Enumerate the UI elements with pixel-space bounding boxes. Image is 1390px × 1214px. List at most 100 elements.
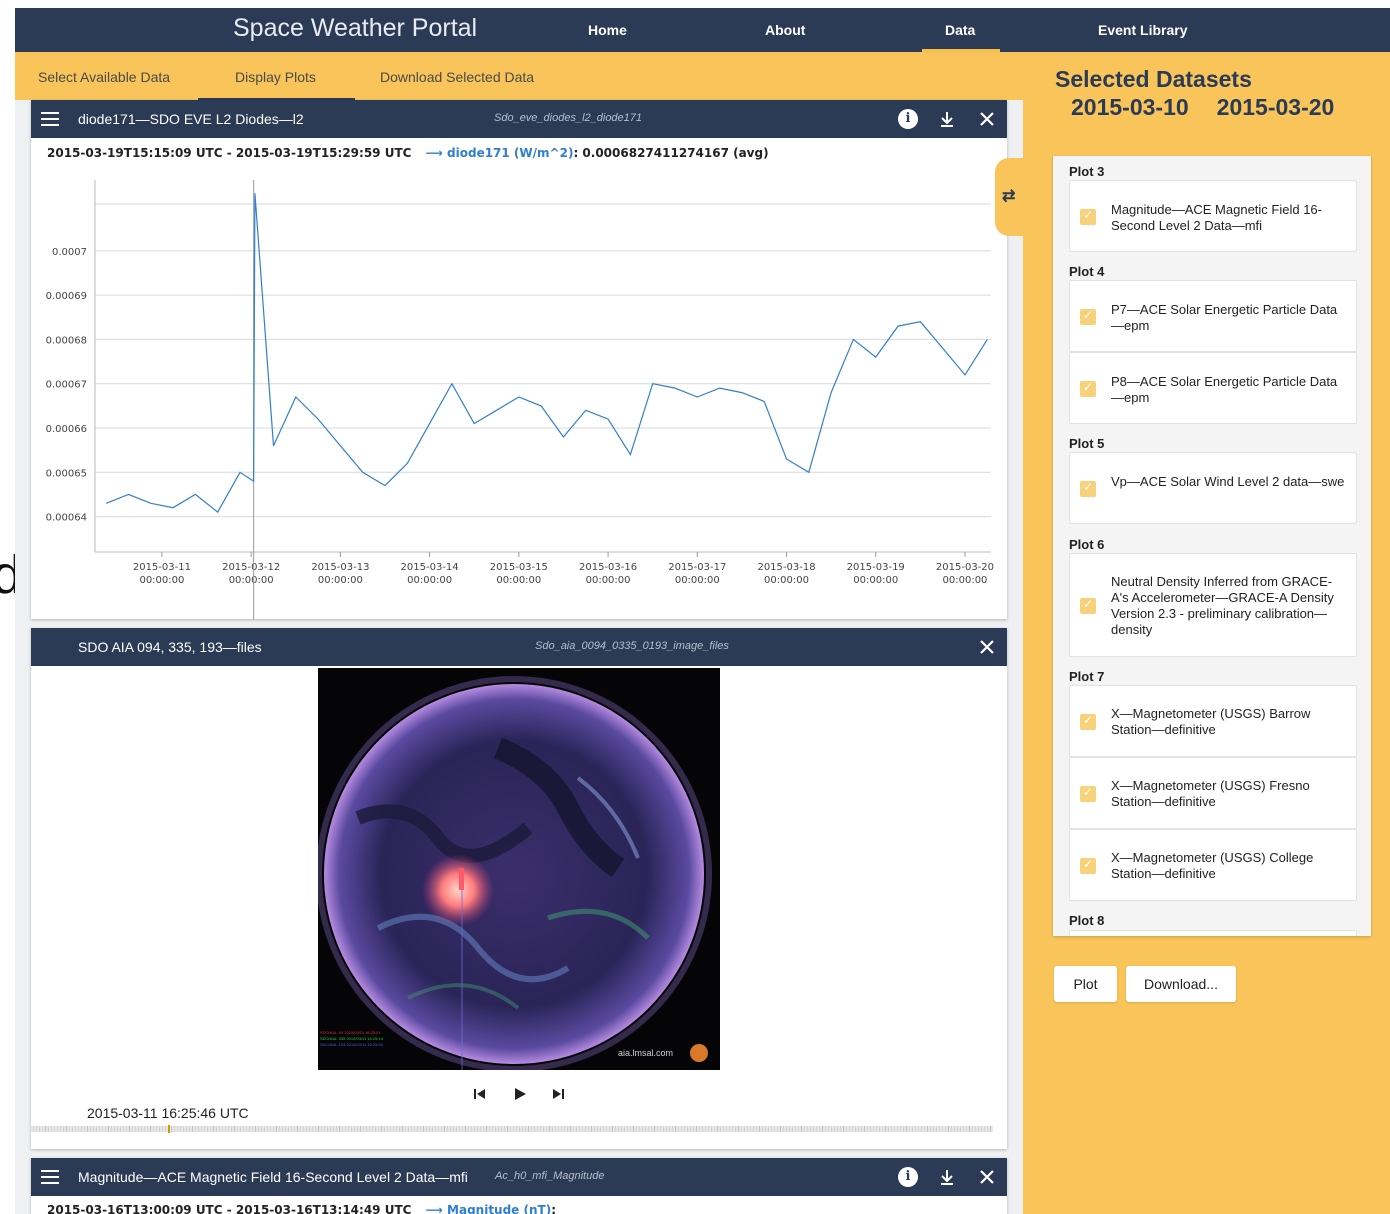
frame-tick (405, 1126, 406, 1132)
frame-tick (369, 1126, 370, 1132)
frame-tick (609, 1126, 610, 1132)
close-icon[interactable] (977, 109, 997, 129)
download-icon[interactable] (937, 1167, 957, 1187)
frame-tick (420, 1126, 421, 1132)
dataset-item[interactable]: Vp—ACE Solar Wind Level 2 data—swe (1069, 452, 1357, 524)
brand-title[interactable]: Space Weather Portal (233, 14, 477, 43)
frame-tick (153, 1126, 154, 1132)
dataset-checkbox[interactable] (1080, 785, 1096, 802)
frame-tick (621, 1126, 622, 1132)
frame-tick (774, 1126, 775, 1132)
dataset-item[interactable]: Magnitude—ACE Magnetic Field 16-Second L… (1069, 180, 1357, 252)
frame-tick (927, 1126, 928, 1132)
dataset-label: X—Magnetometer (USGS) Fresno Station—def… (1111, 778, 1310, 809)
close-icon[interactable] (977, 1167, 997, 1187)
frame-tick (432, 1126, 433, 1132)
frame-tick (891, 1126, 892, 1132)
top-nav: Space Weather Portal Home About Data Eve… (15, 8, 1390, 52)
current-frame-marker[interactable] (168, 1125, 170, 1133)
frame-tick (768, 1126, 769, 1132)
frame-tick (528, 1126, 529, 1132)
magnitude-plot-panel: Magnitude—ACE Magnetic Field 16-Second L… (31, 1158, 1007, 1214)
frame-tick (849, 1126, 850, 1132)
dataset-item[interactable] (1069, 930, 1357, 936)
frame-tick (63, 1126, 64, 1132)
dataset-checkbox[interactable] (1080, 480, 1096, 497)
frame-tick (882, 1126, 883, 1132)
tab-select-available-data[interactable]: Select Available Data (38, 69, 170, 85)
play-icon[interactable] (512, 1086, 528, 1106)
nav-about[interactable]: About (765, 22, 805, 38)
frame-tick (192, 1126, 193, 1132)
frame-tick (987, 1126, 988, 1132)
frame-tick (84, 1126, 85, 1132)
info-icon[interactable]: i (898, 1167, 918, 1187)
frame-tick (78, 1126, 79, 1132)
frame-tick (147, 1126, 148, 1132)
frame-tick (717, 1126, 718, 1132)
plot-button[interactable]: Plot (1054, 966, 1117, 1002)
download-button[interactable]: Download... (1126, 966, 1236, 1002)
frame-tick (45, 1126, 46, 1132)
dataset-checkbox[interactable] (1080, 380, 1096, 397)
tab-download-selected-data[interactable]: Download Selected Data (380, 69, 534, 85)
frame-tick (399, 1126, 400, 1132)
sidebar-toggle[interactable]: ⇄ (995, 158, 1025, 236)
skip-forward-icon[interactable] (550, 1086, 566, 1106)
frame-tick (564, 1126, 565, 1132)
dataset-checkbox[interactable] (1080, 208, 1096, 225)
dataset-item[interactable]: X—Magnetometer (USGS) Fresno Station—def… (1069, 757, 1357, 829)
dataset-item[interactable]: P8—ACE Solar Energetic Particle Data—epm (1069, 352, 1357, 424)
dataset-checkbox[interactable] (1080, 713, 1096, 730)
nav-home[interactable]: Home (588, 22, 627, 38)
download-icon[interactable] (937, 109, 957, 129)
frame-tick (585, 1126, 586, 1132)
x-tick-label: 00:00:00 (853, 575, 898, 586)
menu-icon[interactable] (41, 112, 59, 126)
dataset-item[interactable]: X—Magnetometer (USGS) College Station—de… (1069, 829, 1357, 901)
frame-tick (108, 1126, 109, 1132)
aia-image-panel: SDO AIA 094, 335, 193—files Sdo_aia_0094… (31, 628, 1007, 1149)
skip-back-icon[interactable] (472, 1086, 488, 1106)
diode-line-chart[interactable]: 0.00064 0.00065 0.00066 0.00067 0.00068 0.000… (31, 140, 1007, 620)
frame-tick (597, 1126, 598, 1132)
frame-tick (831, 1126, 832, 1132)
menu-icon[interactable] (41, 1170, 59, 1184)
frame-tick (744, 1126, 745, 1132)
info-icon[interactable]: i (898, 109, 918, 129)
nav-event-library[interactable]: Event Library (1098, 22, 1187, 38)
frame-tick (786, 1126, 787, 1132)
dataset-item[interactable]: Neutral Density Inferred from GRACE-A's … (1069, 553, 1357, 657)
frame-tick (657, 1126, 658, 1132)
frame-tick (507, 1126, 508, 1132)
x-tick-label: 00:00:00 (318, 575, 363, 586)
dataset-list[interactable]: Plot 3 Magnitude—ACE Magnetic Field 16-S… (1053, 156, 1371, 936)
dataset-item[interactable]: X—Magnetometer (USGS) Barrow Station—def… (1069, 685, 1357, 757)
nav-data[interactable]: Data (945, 22, 975, 38)
frame-tick (855, 1126, 856, 1132)
frame-tick (453, 1126, 454, 1132)
frame-tick (138, 1126, 139, 1132)
x-tick-label: 2015-03-13 (311, 562, 369, 573)
frame-tick (441, 1126, 442, 1132)
dataset-label: Neutral Density Inferred from GRACE-A's … (1111, 574, 1334, 637)
frame-tick (867, 1126, 868, 1132)
dataset-checkbox[interactable] (1080, 857, 1096, 874)
frame-tick (333, 1126, 334, 1132)
frame-timeline-scrubber[interactable] (31, 1125, 993, 1133)
frame-tick (411, 1126, 412, 1132)
frame-tick (189, 1126, 190, 1132)
frame-tick (801, 1126, 802, 1132)
dataset-checkbox[interactable] (1080, 308, 1096, 325)
dataset-item[interactable]: P7—ACE Solar Energetic Particle Data—epm (1069, 280, 1357, 352)
frame-tick (480, 1126, 481, 1132)
scrubber-track[interactable] (31, 1126, 993, 1132)
dataset-checkbox[interactable] (1080, 597, 1096, 614)
frame-tick (516, 1126, 517, 1132)
mag-series-value: : (551, 1203, 557, 1214)
frame-tick (915, 1126, 916, 1132)
tab-display-plots[interactable]: Display Plots (235, 69, 316, 85)
frame-tick (156, 1126, 157, 1132)
frame-tick (957, 1126, 958, 1132)
close-icon[interactable] (977, 637, 997, 657)
